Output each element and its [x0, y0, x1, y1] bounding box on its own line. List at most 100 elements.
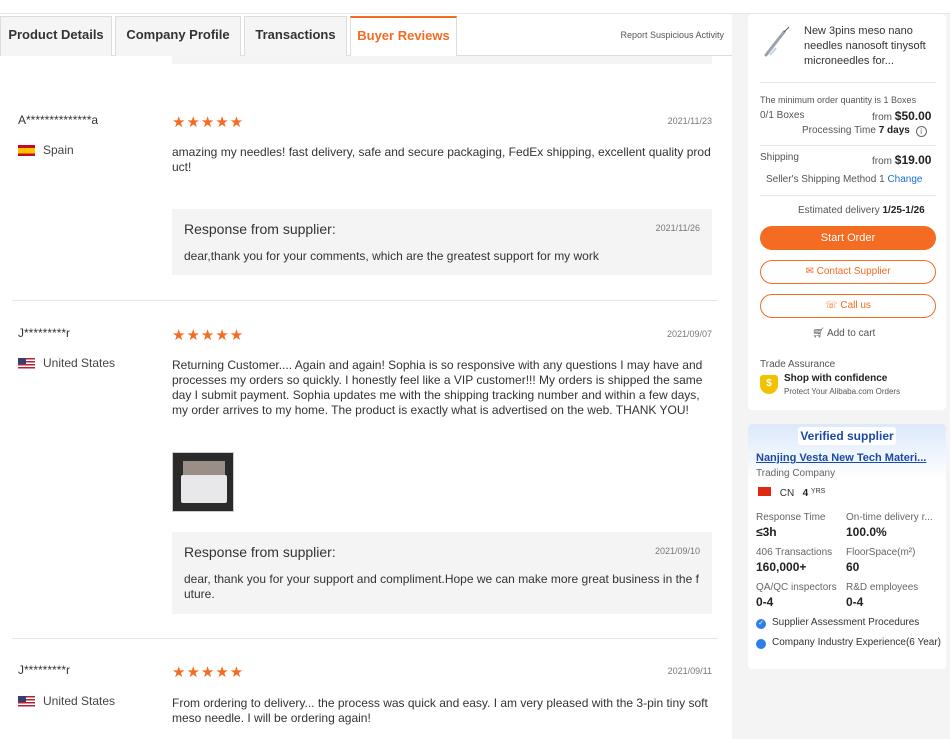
trade-assurance-label: Trade Assurance: [760, 359, 836, 370]
change-link[interactable]: Change: [887, 174, 922, 185]
review-photo-thumbnail[interactable]: [172, 452, 234, 512]
verified-supplier-badge: Verified supplier: [798, 427, 896, 445]
protect-orders-text: Protect Your Alibaba.com Orders: [784, 387, 901, 396]
tab-product-details[interactable]: Product Details: [0, 16, 112, 56]
response-title: Response from supplier:: [184, 544, 336, 560]
photo-box: [181, 475, 227, 503]
processing-label: Processing Time: [802, 125, 876, 136]
delivery-label: Estimated delivery: [798, 205, 880, 216]
stat-value: 0-4: [756, 595, 774, 609]
reviewer-name: A**************a: [18, 113, 99, 127]
check-text: Company Industry Experience(6 Year): [772, 637, 941, 648]
start-order-button[interactable]: Start Order: [760, 226, 936, 250]
review-divider: [12, 300, 718, 301]
divider: [760, 145, 936, 146]
country-name: United States: [43, 694, 116, 708]
stat-value: 100.0%: [846, 525, 887, 539]
contact-supplier-button[interactable]: ✉ Contact Supplier: [760, 260, 936, 284]
call-us-button[interactable]: ☏ Call us: [760, 294, 936, 318]
top-bar: [0, 0, 950, 14]
years-value: 4: [802, 488, 809, 499]
china-flag-icon: [758, 487, 771, 496]
review-divider: [12, 638, 718, 639]
supplier-response: Response from supplier: 2021/11/26 dear,…: [172, 209, 712, 275]
stat-label: FloorSpace(m²): [846, 547, 916, 558]
rating-stars: ★★★★★: [172, 114, 245, 131]
contact-supplier-label: Contact Supplier: [816, 266, 891, 277]
review-date: 2021/09/11: [667, 666, 712, 676]
shipping-method-row: Seller's Shipping Method 1 Change: [766, 174, 922, 185]
reviewer-country: United States: [18, 694, 115, 708]
supplier-name-link[interactable]: Nanjing Vesta New Tech Materi...: [756, 452, 926, 464]
boxes-count: 0/1 Boxes: [760, 110, 805, 121]
report-suspicious-link[interactable]: Report Suspicious Activity: [620, 30, 724, 40]
mail-icon: ✉: [805, 266, 814, 277]
review-comment: Returning Customer.... Again and again! …: [172, 358, 703, 417]
rating-stars: ★★★★★: [172, 327, 245, 344]
response-text: dear,thank you for your comments, which …: [184, 249, 599, 263]
shipping-label: Shipping: [760, 152, 799, 163]
review-date: 2021/09/07: [666, 329, 712, 339]
response-date: 2021/09/10: [654, 546, 700, 556]
stat-label: QA/QC inspectors: [756, 582, 837, 593]
add-to-cart-label: Add to cart: [826, 328, 876, 339]
divider: [760, 82, 936, 83]
tab-bar: Product Details Company Profile Transact…: [0, 16, 732, 57]
shipping-price-row: from $19.00: [872, 153, 931, 167]
us-flag-icon: [18, 357, 35, 369]
price-row: from $50.00: [872, 109, 931, 123]
stat-value: ≤3h: [756, 525, 777, 539]
reviewer-name: J*********r: [18, 663, 71, 677]
product-title[interactable]: New 3pins meso nano needles nanosoft tin…: [804, 24, 939, 69]
previous-response-box: [172, 56, 712, 64]
delivery-value: 1/25-1/26: [882, 205, 925, 216]
supplier-card: Verified supplier Nanjing Vesta New Tech…: [748, 424, 946, 669]
reviewer-name: J*********r: [18, 326, 71, 340]
review-comment: From ordering to delivery... the process…: [172, 696, 708, 725]
company-type: Trading Company: [756, 468, 836, 479]
stat-value: 160,000+: [756, 560, 807, 574]
country-code: CN: [779, 488, 795, 499]
reviewer-country: Spain: [18, 143, 74, 157]
response-title: Response from supplier:: [184, 221, 336, 237]
unit-price: $50.00: [894, 109, 932, 123]
delivery-row: Estimated delivery 1/25-1/26: [798, 205, 925, 216]
stat-label: R&D employees: [846, 582, 919, 593]
rating-stars: ★★★★★: [172, 664, 245, 681]
product-thumbnail-icon[interactable]: [762, 26, 792, 58]
check-icon: ✓: [750, 639, 766, 649]
check-text: Supplier Assessment Procedures: [772, 617, 920, 628]
cart-icon: 🛒︎: [812, 328, 825, 339]
processing-value: 7 days: [878, 125, 910, 136]
tab-buyer-reviews[interactable]: Buyer Reviews: [350, 16, 457, 57]
call-us-label: Call us: [840, 300, 871, 311]
country-name: Spain: [43, 143, 74, 157]
experience-row: ✓ Company Industry Experience(6 Year): [750, 637, 941, 649]
processing-row: Processing Time 7 days i: [802, 125, 927, 137]
years-unit: YRS: [810, 488, 826, 495]
photo-lid: [183, 461, 225, 475]
add-to-cart-link[interactable]: 🛒︎ Add to cart: [812, 328, 875, 339]
stat-label: 406 Transactions: [756, 547, 833, 558]
review-comment: amazing my needles! fast delivery, safe …: [172, 145, 711, 174]
phone-icon: ☏: [825, 300, 838, 311]
tab-company-profile[interactable]: Company Profile: [115, 16, 241, 56]
from-label: from: [872, 112, 892, 123]
moq-text: The minimum order quantity is 1 Boxes: [760, 95, 917, 105]
stat-value: 0-4: [846, 595, 864, 609]
check-icon: ✓: [756, 619, 766, 629]
stat-value: 60: [846, 560, 860, 574]
tab-transactions[interactable]: Transactions: [244, 16, 347, 56]
trade-assurance-shield-icon: $: [760, 375, 778, 394]
divider: [760, 195, 936, 196]
shipping-method: Seller's Shipping Method 1: [766, 174, 885, 185]
supplier-response: Response from supplier: 2021/09/10 dear,…: [172, 532, 712, 614]
assessment-row: ✓ Supplier Assessment Procedures: [756, 617, 919, 629]
review-date: 2021/11/23: [667, 116, 712, 126]
shop-confidence-text: Shop with confidence: [784, 373, 888, 384]
info-icon[interactable]: i: [915, 126, 927, 137]
stat-label: Response Time: [756, 512, 826, 523]
supplier-origin: CN 4 YRS: [758, 487, 825, 499]
us-flag-icon: [18, 695, 35, 707]
stat-label: On-time delivery r...: [846, 512, 933, 523]
